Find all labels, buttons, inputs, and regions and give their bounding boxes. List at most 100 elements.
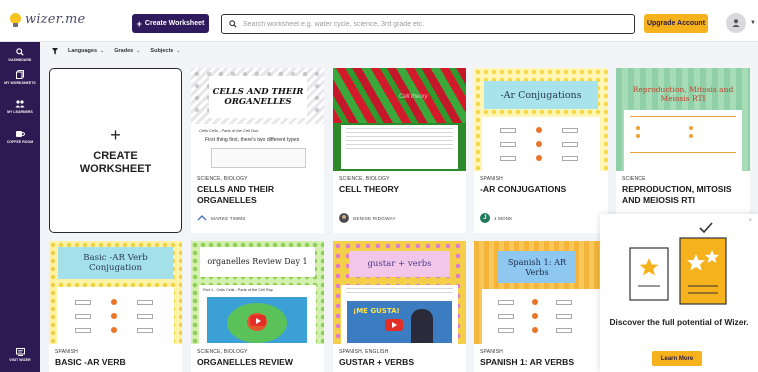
thumbnail-heading: Part 1 - Cells Cells - Parts of the Cell… [203,288,273,292]
lightbulb-icon [10,12,21,27]
sidebar-item-label: DASHBOARD [8,58,32,62]
card-category: SCIENCE [622,176,646,182]
author-name: J MONK [494,215,513,221]
sidebar-item-my-learners[interactable]: MY LEARNERS [0,100,40,114]
learn-more-button[interactable]: Learn More [652,351,702,366]
author-avatar [339,213,349,223]
worksheet-card-organelles-review[interactable]: organelles Review Day 1 Part 1 - Cells C… [191,241,324,372]
user-avatar[interactable] [726,13,746,33]
wizer-logo[interactable]: wizer.me [10,12,85,27]
thumbnail-text: ¡ME GUSTA! [353,307,400,315]
upgrade-popup: × Discover the full potential of Wizer. … [600,214,758,372]
worksheet-card-gustar-verbs[interactable]: gustar + verbs ¡ME GUSTA! SPANISH, ENGLI… [333,241,466,372]
create-worksheet-label: Create Worksheet [144,20,205,27]
visit-icon [15,348,25,356]
filter-label: Subjects [150,48,174,54]
worksheet-thumbnail: Cell theory [333,68,466,171]
create-worksheet-card-label: CREATE WORKSHEET [79,150,152,175]
filter-icon[interactable] [52,47,58,55]
card-title: SPANISH 1: AR VERBS [480,357,575,367]
worksheet-card-spanish-ar-verbs[interactable]: Spanish 1: AR Verbs SPANISH SPANISH 1: A… [474,241,600,372]
filter-label: Grades [114,48,134,54]
create-worksheet-button[interactable]: + Create Worksheet [132,14,209,33]
card-category: SCIENCE, BIOLOGY [197,349,248,355]
chevron-down-icon: ⌄ [100,48,105,54]
worksheet-card-cells-organelles[interactable]: CELLS AND THEIR ORGANELLES Cells Cells -… [191,68,324,233]
worksheet-card-cell-theory[interactable]: Cell theory SCIENCE, BIOLOGY CELL THEORY… [333,68,466,233]
thumbnail-title: Spanish 1: AR Verbs [498,251,576,283]
chevron-down-icon: ⌄ [136,48,141,54]
worksheet-thumbnail: CELLS AND THEIR ORGANELLES Cells Cells -… [191,68,324,171]
author-avatar: J [480,213,490,223]
card-title: CELLS AND THEIR ORGANELLES [197,184,275,205]
app-root: wizer.me + Create Worksheet Upgrade Acco… [0,0,758,372]
upgrade-account-button[interactable]: Upgrade Account [644,14,708,33]
search-input[interactable] [243,20,623,28]
author-avatar [197,213,207,223]
worksheet-thumbnail: -Ar Conjugations [474,68,608,171]
worksheet-card-basic-ar-verb[interactable]: Basic -AR Verb Conjugation SPANISH BASIC… [49,241,182,372]
coffee-icon [16,131,25,137]
worksheet-card-ar-conjugations[interactable]: -Ar Conjugations SPANISH -AR CONJUGATION… [474,68,608,233]
thumbnail-title: -Ar Conjugations [484,81,598,109]
card-title: -AR CONJUGATIONS [480,184,567,194]
card-author[interactable]: J J MONK [480,213,513,223]
card-category: SCIENCE, BIOLOGY [339,176,390,182]
filter-subjects-dropdown[interactable]: Subjects ⌄ [150,48,180,54]
card-title: BASIC -AR VERB [55,357,126,367]
thumbnail-title: CELLS AND THEIR ORGANELLES [209,76,307,118]
filter-label: Languages [68,48,98,54]
chevron-down-icon: ⌄ [176,48,181,54]
worksheet-thumbnail: Spanish 1: AR Verbs [474,241,600,344]
sidebar-item-coffee-room[interactable]: COFFEE ROOM [0,130,40,144]
thumbnail-title: gustar + verbs [349,251,450,277]
sidebar: DASHBOARD MY WORKSHEETS MY LEARNERS COFF… [0,42,40,372]
author-name: MAREE TIMMS [211,215,246,221]
plus-icon: + [136,18,142,29]
worksheet-thumbnail: gustar + verbs ¡ME GUSTA! [333,241,466,344]
sidebar-item-label: MY LEARNERS [7,110,33,114]
close-icon[interactable]: × [748,218,752,224]
logo-text: wizer.me [25,12,86,27]
card-category: SPANISH [480,176,503,182]
create-worksheet-card[interactable]: + CREATE WORKSHEET [49,68,182,233]
learners-icon [15,100,25,108]
sidebar-item-my-worksheets[interactable]: MY WORKSHEETS [0,70,40,85]
sidebar-item-label: MY WORKSHEETS [4,81,36,85]
thumbnail-heading: Cells Cells - Parts of the Cell Duo [199,128,259,133]
top-bar: wizer.me + Create Worksheet Upgrade Acco… [0,0,758,42]
plus-icon: + [110,125,121,145]
card-title: GUSTAR + VERBS [339,357,415,367]
thumbnail-subtitle: First thing first, there's two different… [205,137,300,143]
sidebar-item-dashboard[interactable]: DASHBOARD [0,48,40,62]
sidebar-item-visit-wizer[interactable]: VISIT WIZER [0,348,40,362]
worksheets-icon [16,70,24,79]
video-play-button[interactable] [385,319,403,331]
card-author[interactable]: DENISE RIDGWAY [339,213,396,223]
sidebar-item-label: COFFEE ROOM [6,140,34,144]
card-title: ORGANELLES REVIEW [197,357,293,367]
card-title: REPRODUCTION, MITOSIS AND MEIOSIS RTI [622,184,732,205]
popup-message: Discover the full potential of Wizer. [609,317,749,327]
card-category: SPANISH, ENGLISH [339,349,389,355]
thumbnail-heading: Cell theory [399,94,428,100]
author-name: DENISE RIDGWAY [353,215,396,221]
upgrade-illustration [629,222,727,305]
worksheet-thumbnail: organelles Review Day 1 Part 1 - Cells C… [191,241,324,344]
user-icon [732,19,740,27]
thumbnail-title: organelles Review Day 1 [200,247,315,277]
filter-grades-dropdown[interactable]: Grades ⌄ [114,48,140,54]
video-play-button[interactable] [250,315,266,326]
worksheet-card-reproduction-mitosis[interactable]: Reproduction, Mitosis and Meiosis RTI SC… [616,68,750,214]
thumbnail-title: Reproduction, Mitosis and Meiosis RTI [632,85,734,103]
card-category: SPANISH [480,349,503,355]
card-category: SCIENCE, BIOLOGY [197,176,248,182]
filter-languages-dropdown[interactable]: Languages ⌄ [68,48,104,54]
card-category: SPANISH [55,349,78,355]
worksheet-thumbnail: Reproduction, Mitosis and Meiosis RTI [616,68,750,171]
card-author[interactable]: MAREE TIMMS [197,213,246,223]
search-box[interactable] [221,14,635,34]
chevron-down-icon[interactable]: ▼ [750,20,756,26]
card-title: CELL THEORY [339,184,400,194]
sidebar-item-label: VISIT WIZER [9,358,31,362]
